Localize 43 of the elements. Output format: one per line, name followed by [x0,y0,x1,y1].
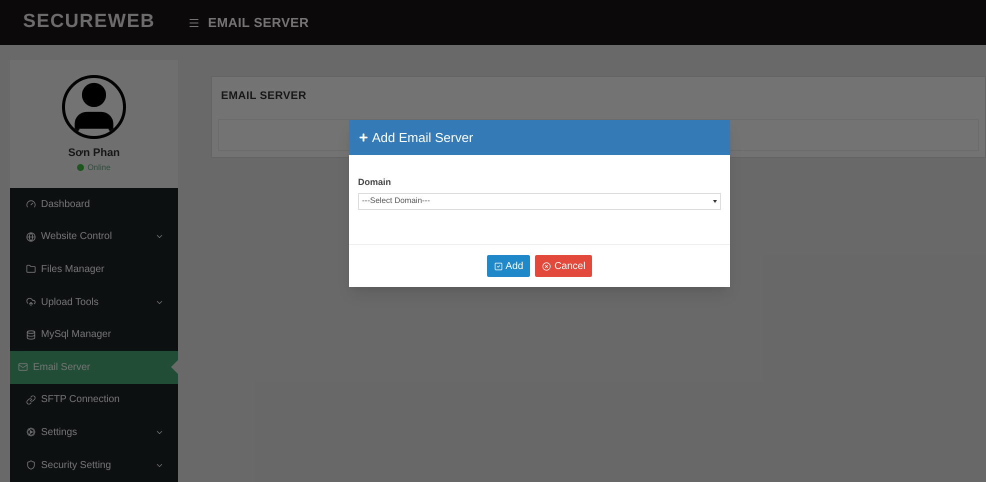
sidebar-item[interactable]: MySql Manager [10,318,178,351]
page-title: EMAIL SERVER [208,14,309,32]
add-button[interactable]: Add [486,255,530,277]
sidebar-label: Website Control [41,230,113,244]
sidebar-label: Files Manager [41,262,106,277]
sidebar-label: MySql Manager [41,328,112,342]
card-title: EMAIL SERVER [220,89,308,104]
database-icon [26,330,36,340]
sidebar-label: Upload Tools [41,296,100,310]
brand-logo[interactable]: SECUREWEB [22,8,156,37]
sidebar-item[interactable]: Upload Tools [10,286,178,318]
modal-title: Add Email Server [372,128,474,147]
sidebar-label: Email Server [33,360,92,375]
mail-icon [18,362,28,372]
sidebar-label: Security Setting [41,458,112,473]
menu-icon[interactable] [188,16,200,28]
sidebar-item[interactable]: Security Setting [10,448,178,482]
sidebar-label: SFTP Connection [41,393,121,408]
sidebar-item[interactable]: Dashboard [10,188,178,221]
sidebar-item[interactable]: SFTP Connection [10,384,178,416]
link-icon [26,394,36,405]
user-name: Sơn Phan [68,146,120,161]
gauge-icon [26,199,36,210]
dropdown-caret-icon [713,200,717,202]
check-icon [494,262,503,270]
field-label: Domain [358,176,392,189]
sidebar-item[interactable]: Settings [10,416,178,449]
gear-icon [26,427,36,438]
sidebar-item[interactable]: Website Control [10,220,178,254]
sidebar-label: Settings [41,426,78,440]
active-pointer [171,360,178,374]
status-text: Online [87,162,111,174]
sidebar-label: Dashboard [41,198,91,212]
domain-select[interactable]: ---Select Domain--- [358,192,721,210]
folder-icon [26,264,36,274]
cancel-button[interactable]: Cancel [535,255,592,277]
sidebar-item[interactable]: Files Manager [10,253,178,286]
globe-icon [26,232,36,242]
shield-icon [26,460,36,470]
cloud-upload-icon [26,297,36,308]
sidebar-item[interactable]: Email Server [10,350,178,384]
x-circle-icon [542,262,552,270]
plus-icon [358,132,369,143]
